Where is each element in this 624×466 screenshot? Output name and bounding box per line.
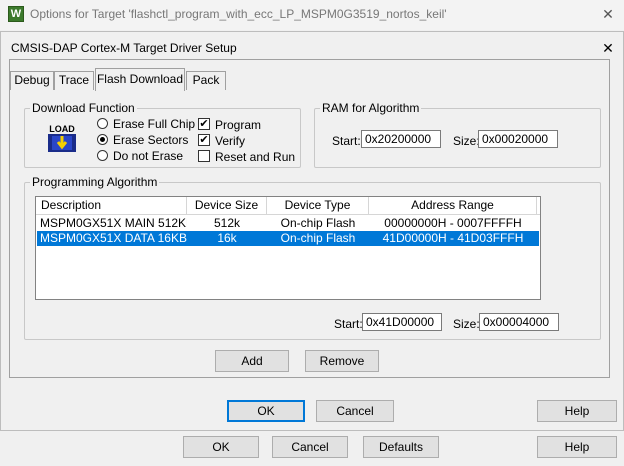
- remove-button[interactable]: Remove: [305, 350, 379, 372]
- keil-app-icon: W: [8, 6, 24, 22]
- tab-debug[interactable]: Debug: [10, 71, 54, 90]
- row-type: On-chip Flash: [280, 231, 356, 245]
- outer-defaults-button[interactable]: Defaults: [363, 436, 439, 458]
- table-row-selected[interactable]: MSPM0GX51X DATA 16KB 16k On-chip Flash 41D0…: [37, 231, 539, 246]
- algo-start-label: Start:: [334, 317, 363, 331]
- load-icon: LOAD: [46, 122, 78, 154]
- column-filler: [537, 197, 540, 215]
- help-button[interactable]: Help: [537, 400, 617, 422]
- outer-close-icon[interactable]: ✕: [596, 4, 620, 24]
- ram-size-label: Size:: [453, 134, 480, 148]
- algo-size-input[interactable]: 0x00004000: [479, 313, 559, 331]
- load-icon-label: LOAD: [49, 124, 75, 134]
- do-not-erase-label[interactable]: Do not Erase: [113, 149, 183, 163]
- row-description: MSPM0GX51X MAIN 512KB: [40, 216, 187, 230]
- row-size: 512k: [213, 216, 241, 230]
- row-range: 00000000H - 0007FFFFH: [384, 216, 522, 230]
- outer-help-button[interactable]: Help: [537, 436, 617, 458]
- tab-trace[interactable]: Trace: [54, 71, 94, 90]
- dialog-title: CMSIS-DAP Cortex-M Target Driver Setup: [11, 41, 237, 55]
- add-button[interactable]: Add: [215, 350, 289, 372]
- erase-full-chip-radio[interactable]: [97, 118, 108, 129]
- column-device-type[interactable]: Device Type: [267, 197, 369, 215]
- erase-full-chip-label[interactable]: Erase Full Chip: [113, 117, 195, 131]
- dialog-close-icon[interactable]: ✕: [598, 39, 618, 57]
- algorithm-list[interactable]: Description Device Size Device Type Addr…: [35, 196, 541, 300]
- row-description: MSPM0GX51X DATA 16KB: [40, 231, 187, 245]
- ram-start-input[interactable]: 0x20200000: [361, 130, 441, 148]
- column-address-range[interactable]: Address Range: [369, 197, 537, 215]
- program-label[interactable]: Program: [215, 118, 261, 132]
- verify-checkbox[interactable]: ✔: [198, 134, 210, 146]
- verify-label[interactable]: Verify: [215, 134, 245, 148]
- row-range: 41D00000H - 41D03FFFH: [382, 231, 524, 245]
- reset-and-run-label[interactable]: Reset and Run: [215, 150, 295, 164]
- row-type: On-chip Flash: [280, 216, 356, 230]
- algo-start-input[interactable]: 0x41D00000: [362, 313, 442, 331]
- ram-for-algorithm-label: RAM for Algorithm: [320, 101, 422, 115]
- outer-cancel-button[interactable]: Cancel: [272, 436, 348, 458]
- ram-start-label: Start:: [332, 134, 361, 148]
- outer-ok-button[interactable]: OK: [183, 436, 259, 458]
- outer-window-title: Options for Target 'flashctl_program_wit…: [30, 7, 447, 21]
- programming-algorithm-label: Programming Algorithm: [30, 175, 160, 189]
- do-not-erase-radio[interactable]: [97, 150, 108, 161]
- column-description[interactable]: Description: [36, 197, 187, 215]
- column-device-size[interactable]: Device Size: [187, 197, 267, 215]
- cancel-button[interactable]: Cancel: [316, 400, 394, 422]
- ram-size-input[interactable]: 0x00020000: [478, 130, 558, 148]
- reset-and-run-checkbox[interactable]: [198, 150, 210, 162]
- algo-size-label: Size:: [453, 317, 480, 331]
- program-checkbox[interactable]: ✔: [198, 118, 210, 130]
- erase-sectors-radio[interactable]: [97, 134, 108, 145]
- tab-flash-download[interactable]: Flash Download: [95, 68, 185, 91]
- table-row[interactable]: MSPM0GX51X MAIN 512KB 512k On-chip Flash 00…: [37, 216, 539, 231]
- row-size: 16k: [217, 231, 237, 245]
- download-function-label: Download Function: [30, 101, 137, 115]
- tab-pack[interactable]: Pack: [186, 71, 226, 90]
- ok-button[interactable]: OK: [227, 400, 305, 422]
- erase-sectors-label[interactable]: Erase Sectors: [113, 133, 188, 147]
